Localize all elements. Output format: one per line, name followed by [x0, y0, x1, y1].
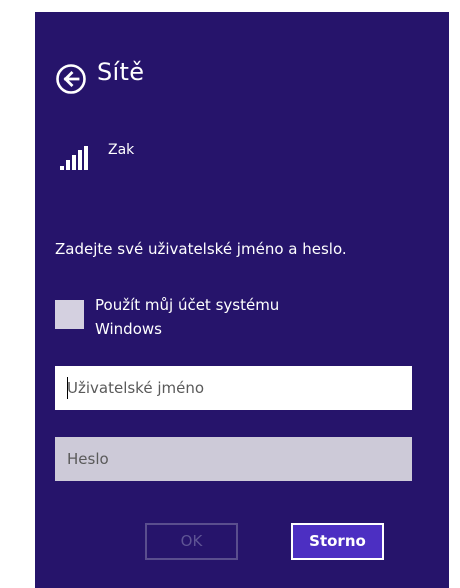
- ok-button[interactable]: OK: [145, 523, 238, 560]
- text-caret: [67, 377, 68, 399]
- back-button[interactable]: [55, 63, 87, 95]
- page-title: Sítě: [97, 58, 145, 86]
- instruction-text: Zadejte své uživatelské jméno a heslo.: [55, 240, 347, 258]
- network-auth-panel: Sítě Zak Zadejte své uživatelské jméno a…: [35, 12, 449, 588]
- username-input[interactable]: [55, 366, 412, 410]
- password-input[interactable]: [55, 437, 412, 481]
- checkbox-box[interactable]: [55, 300, 84, 329]
- use-windows-account-checkbox[interactable]: Použít můj účet systému Windows: [55, 290, 355, 348]
- checkbox-label: Použít můj účet systému Windows: [95, 296, 280, 338]
- arrow-left-circle-icon: [56, 64, 86, 94]
- network-name: Zak: [108, 142, 135, 158]
- cancel-button[interactable]: Storno: [291, 523, 384, 560]
- signal-bars-icon: [60, 146, 98, 170]
